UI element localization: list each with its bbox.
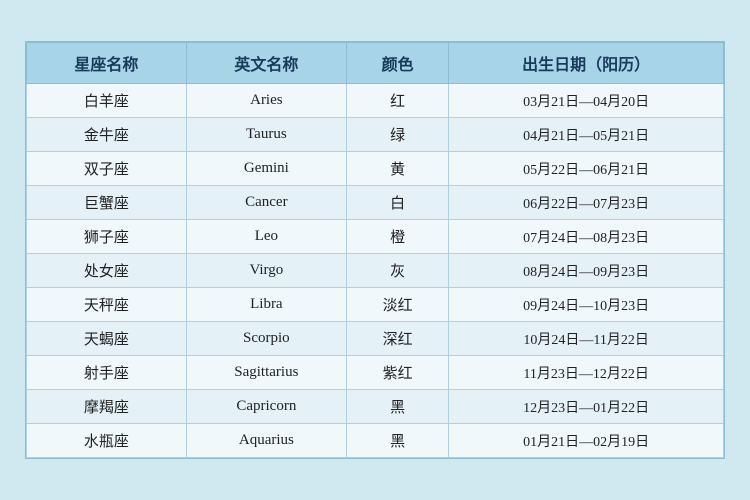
cell-english-name: Taurus	[186, 118, 346, 152]
col-header-chinese: 星座名称	[27, 43, 187, 84]
cell-english-name: Aries	[186, 84, 346, 118]
table-row: 双子座Gemini黄05月22日—06月21日	[27, 152, 724, 186]
cell-date: 09月24日—10月23日	[449, 288, 724, 322]
cell-english-name: Sagittarius	[186, 356, 346, 390]
cell-date: 10月24日—11月22日	[449, 322, 724, 356]
cell-color: 深红	[346, 322, 448, 356]
cell-english-name: Scorpio	[186, 322, 346, 356]
cell-chinese-name: 狮子座	[27, 220, 187, 254]
cell-chinese-name: 巨蟹座	[27, 186, 187, 220]
cell-date: 08月24日—09月23日	[449, 254, 724, 288]
cell-date: 06月22日—07月23日	[449, 186, 724, 220]
cell-date: 11月23日—12月22日	[449, 356, 724, 390]
col-header-color: 颜色	[346, 43, 448, 84]
cell-english-name: Capricorn	[186, 390, 346, 424]
cell-chinese-name: 白羊座	[27, 84, 187, 118]
cell-chinese-name: 金牛座	[27, 118, 187, 152]
cell-date: 04月21日—05月21日	[449, 118, 724, 152]
cell-english-name: Aquarius	[186, 424, 346, 458]
cell-color: 红	[346, 84, 448, 118]
table-row: 金牛座Taurus绿04月21日—05月21日	[27, 118, 724, 152]
cell-date: 12月23日—01月22日	[449, 390, 724, 424]
table-row: 天秤座Libra淡红09月24日—10月23日	[27, 288, 724, 322]
cell-date: 07月24日—08月23日	[449, 220, 724, 254]
table-row: 处女座Virgo灰08月24日—09月23日	[27, 254, 724, 288]
zodiac-table-container: 星座名称 英文名称 颜色 出生日期（阳历） 白羊座Aries红03月21日—04…	[25, 41, 725, 459]
cell-english-name: Libra	[186, 288, 346, 322]
cell-color: 黑	[346, 424, 448, 458]
table-row: 天蝎座Scorpio深红10月24日—11月22日	[27, 322, 724, 356]
cell-color: 黑	[346, 390, 448, 424]
cell-chinese-name: 处女座	[27, 254, 187, 288]
cell-date: 03月21日—04月20日	[449, 84, 724, 118]
table-row: 摩羯座Capricorn黑12月23日—01月22日	[27, 390, 724, 424]
cell-date: 01月21日—02月19日	[449, 424, 724, 458]
col-header-date: 出生日期（阳历）	[449, 43, 724, 84]
cell-date: 05月22日—06月21日	[449, 152, 724, 186]
cell-color: 白	[346, 186, 448, 220]
cell-color: 紫红	[346, 356, 448, 390]
cell-english-name: Gemini	[186, 152, 346, 186]
cell-color: 淡红	[346, 288, 448, 322]
col-header-english: 英文名称	[186, 43, 346, 84]
cell-english-name: Leo	[186, 220, 346, 254]
table-row: 狮子座Leo橙07月24日—08月23日	[27, 220, 724, 254]
cell-chinese-name: 天蝎座	[27, 322, 187, 356]
cell-color: 绿	[346, 118, 448, 152]
cell-chinese-name: 天秤座	[27, 288, 187, 322]
cell-color: 黄	[346, 152, 448, 186]
cell-chinese-name: 水瓶座	[27, 424, 187, 458]
table-row: 巨蟹座Cancer白06月22日—07月23日	[27, 186, 724, 220]
cell-chinese-name: 射手座	[27, 356, 187, 390]
cell-english-name: Virgo	[186, 254, 346, 288]
table-row: 射手座Sagittarius紫红11月23日—12月22日	[27, 356, 724, 390]
cell-color: 灰	[346, 254, 448, 288]
cell-chinese-name: 摩羯座	[27, 390, 187, 424]
table-row: 水瓶座Aquarius黑01月21日—02月19日	[27, 424, 724, 458]
cell-color: 橙	[346, 220, 448, 254]
table-header-row: 星座名称 英文名称 颜色 出生日期（阳历）	[27, 43, 724, 84]
cell-chinese-name: 双子座	[27, 152, 187, 186]
zodiac-table: 星座名称 英文名称 颜色 出生日期（阳历） 白羊座Aries红03月21日—04…	[26, 42, 724, 458]
cell-english-name: Cancer	[186, 186, 346, 220]
table-row: 白羊座Aries红03月21日—04月20日	[27, 84, 724, 118]
